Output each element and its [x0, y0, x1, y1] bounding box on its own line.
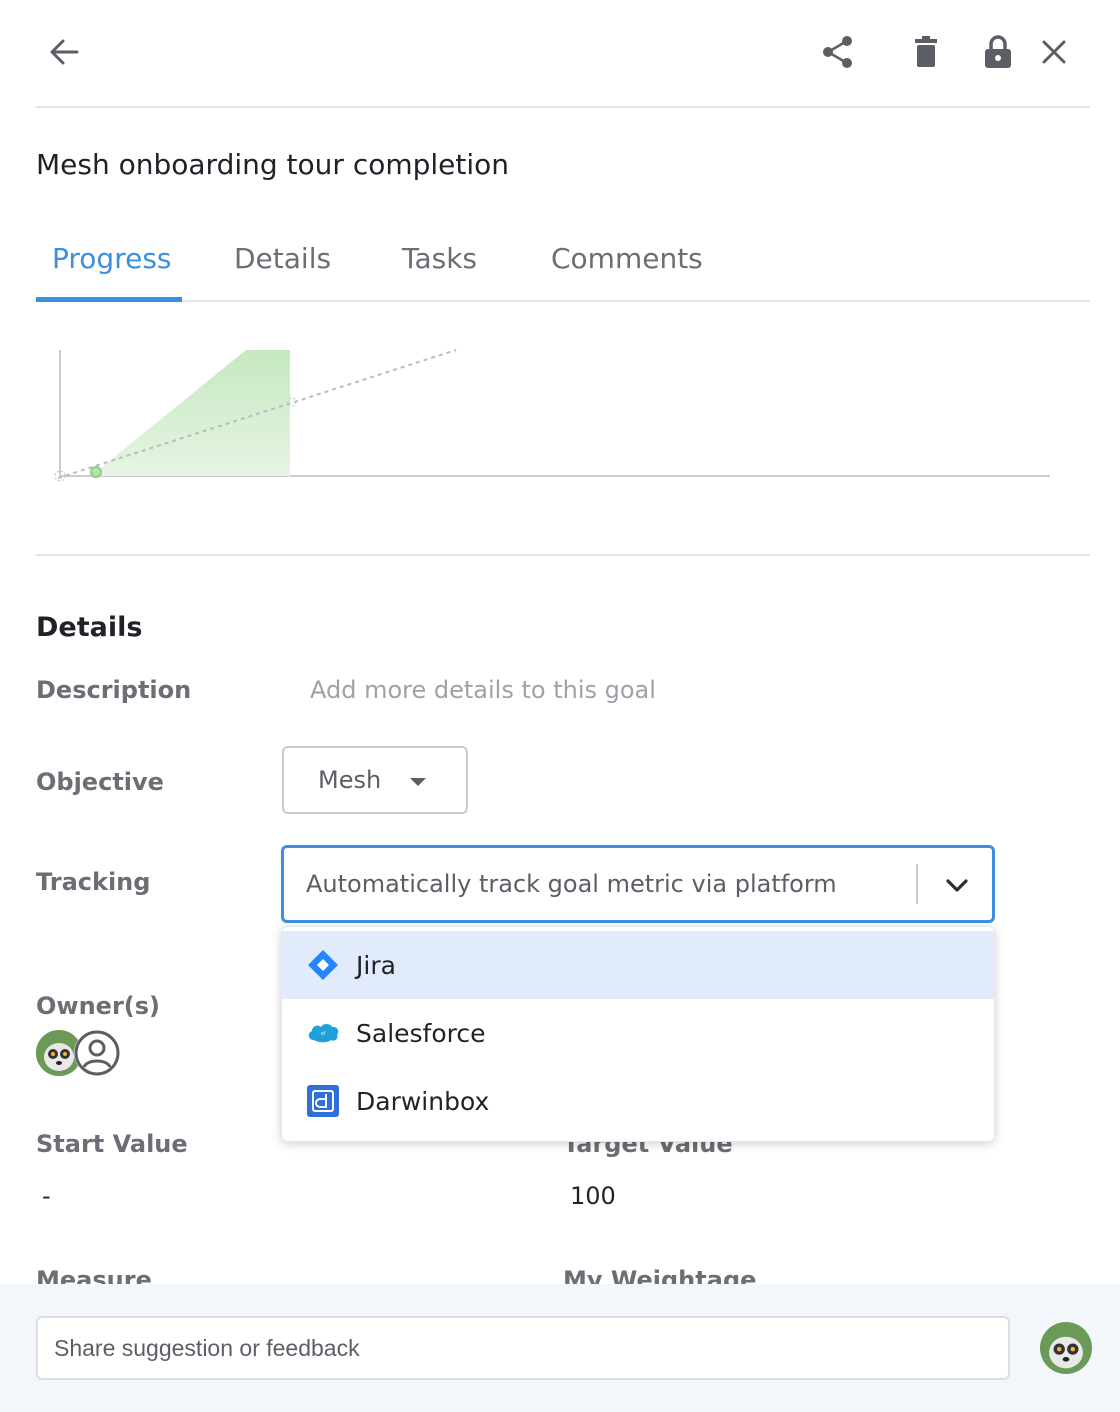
jira-icon: [306, 948, 340, 982]
objective-label: Objective: [36, 768, 164, 796]
option-salesforce[interactable]: sf Salesforce: [282, 999, 994, 1067]
start-point: [90, 466, 102, 478]
feedback-input[interactable]: [36, 1316, 1010, 1380]
close-icon[interactable]: [1032, 30, 1076, 74]
owner-avatars: [36, 1030, 126, 1078]
description-input[interactable]: Add more details to this goal: [310, 676, 656, 704]
active-tab-indicator: [36, 297, 182, 302]
option-jira[interactable]: Jira: [282, 931, 994, 999]
share-icon[interactable]: [816, 30, 860, 74]
chevron-down-icon[interactable]: [944, 872, 970, 902]
option-darwinbox[interactable]: Darwinbox: [282, 1067, 994, 1135]
option-label: Salesforce: [356, 1018, 486, 1048]
tab-tasks[interactable]: Tasks: [402, 242, 477, 275]
start-value-label: Start Value: [36, 1130, 188, 1158]
back-arrow-icon[interactable]: [42, 30, 86, 74]
lock-icon[interactable]: [976, 30, 1020, 74]
select-separator: [916, 864, 918, 904]
option-label: Jira: [356, 950, 396, 980]
add-owner-icon[interactable]: [74, 1030, 120, 1076]
progress-chart: [36, 330, 1090, 556]
darwinbox-icon: [306, 1084, 340, 1118]
avatar[interactable]: [1040, 1322, 1092, 1374]
tracking-value: Automatically track goal metric via plat…: [306, 870, 837, 898]
top-toolbar: [36, 0, 1090, 108]
goal-title: Mesh onboarding tour completion: [36, 148, 510, 181]
objective-select[interactable]: Mesh: [282, 746, 468, 814]
tab-details[interactable]: Details: [234, 242, 331, 275]
tab-bar: Progress Details Tasks Comments: [36, 236, 1090, 302]
tab-comments[interactable]: Comments: [551, 242, 703, 275]
option-label: Darwinbox: [356, 1086, 490, 1116]
owners-label: Owner(s): [36, 992, 160, 1020]
objective-value: Mesh: [318, 766, 382, 794]
start-value[interactable]: -: [42, 1182, 51, 1210]
svg-text:sf: sf: [321, 1031, 326, 1037]
tracking-label: Tracking: [36, 868, 151, 896]
description-label: Description: [36, 676, 192, 704]
salesforce-icon: sf: [306, 1016, 340, 1050]
details-heading: Details: [36, 612, 143, 643]
delete-icon[interactable]: [904, 30, 948, 74]
progress-area: [96, 350, 290, 476]
caret-down-icon: [410, 778, 426, 786]
tracking-select[interactable]: Automatically track goal metric via plat…: [281, 845, 995, 923]
tracking-dropdown-menu: Jira sf Salesforce Darwinbox: [281, 926, 995, 1142]
target-value[interactable]: 100: [570, 1182, 616, 1210]
tab-progress[interactable]: Progress: [52, 242, 172, 275]
